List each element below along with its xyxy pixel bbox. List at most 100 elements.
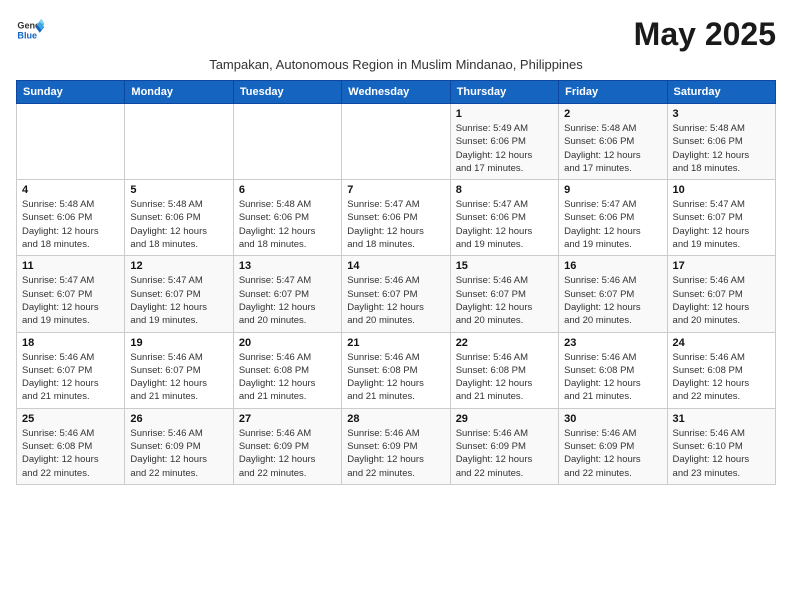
calendar-cell: 24 Sunrise: 5:46 AMSunset: 6:08 PMDayligh… <box>667 332 775 408</box>
calendar-cell: 9 Sunrise: 5:47 AMSunset: 6:06 PMDaylight… <box>559 180 667 256</box>
day-number: 2 <box>564 108 661 120</box>
calendar-cell: 26Sunrise: 5:46 AMSunset: 6:09 PMDayligh… <box>125 408 233 484</box>
day-number: 26 <box>130 413 227 425</box>
day-number: 17 <box>673 260 770 272</box>
cell-info: Sunrise: 5:48 AMSunset: 6:06 PMDaylight:… <box>564 122 661 175</box>
day-number: 30 <box>564 413 661 425</box>
cell-info: Sunrise: 5:46 AMSunset: 6:10 PMDaylight:… <box>673 427 770 480</box>
cell-info: Sunrise: 5:48 AMSunset: 6:06 PMDaylight:… <box>239 198 336 251</box>
day-number: 6 <box>239 184 336 196</box>
cell-info: Sunrise: 5:46 AMSunset: 6:07 PMDaylight:… <box>564 274 661 327</box>
calendar-subtitle: Tampakan, Autonomous Region in Muslim Mi… <box>16 57 776 72</box>
cell-info: Sunrise: 5:46 AMSunset: 6:07 PMDaylight:… <box>347 274 444 327</box>
day-number: 7 <box>347 184 444 196</box>
cell-info: Sunrise: 5:46 AMSunset: 6:08 PMDaylight:… <box>22 427 119 480</box>
calendar-cell: 31 Sunrise: 5:46 AMSunset: 6:10 PMDayligh… <box>667 408 775 484</box>
day-number: 9 <box>564 184 661 196</box>
day-number: 23 <box>564 337 661 349</box>
day-header-thursday: Thursday <box>450 81 558 104</box>
calendar-cell: 19 Sunrise: 5:46 AMSunset: 6:07 PMDayligh… <box>125 332 233 408</box>
day-number: 22 <box>456 337 553 349</box>
logo-icon: General Blue <box>16 16 44 44</box>
calendar-cell: 29 Sunrise: 5:46 AMSunset: 6:09 PMDayligh… <box>450 408 558 484</box>
cell-info: Sunrise: 5:46 AMSunset: 6:08 PMDaylight:… <box>673 351 770 404</box>
day-number: 28 <box>347 413 444 425</box>
calendar-cell: 14 Sunrise: 5:46 AMSunset: 6:07 PMDayligh… <box>342 256 450 332</box>
cell-info: Sunrise: 5:47 AMSunset: 6:06 PMDaylight:… <box>456 198 553 251</box>
day-header-saturday: Saturday <box>667 81 775 104</box>
cell-info: Sunrise: 5:46 AMSunset: 6:07 PMDaylight:… <box>130 351 227 404</box>
calendar-cell: 20Sunrise: 5:46 AMSunset: 6:08 PMDayligh… <box>233 332 341 408</box>
cell-info: Sunrise: 5:46 AMSunset: 6:07 PMDaylight:… <box>456 274 553 327</box>
cell-info: Sunrise: 5:46 AMSunset: 6:09 PMDaylight:… <box>564 427 661 480</box>
month-title: May 2025 <box>634 16 776 53</box>
calendar-cell: 8 Sunrise: 5:47 AMSunset: 6:06 PMDaylight… <box>450 180 558 256</box>
calendar-cell: 11 Sunrise: 5:47 AMSunset: 6:07 PMDayligh… <box>17 256 125 332</box>
day-number: 19 <box>130 337 227 349</box>
day-header-sunday: Sunday <box>17 81 125 104</box>
day-number: 14 <box>347 260 444 272</box>
cell-info: Sunrise: 5:47 AMSunset: 6:06 PMDaylight:… <box>564 198 661 251</box>
calendar-table: SundayMondayTuesdayWednesdayThursdayFrid… <box>16 80 776 485</box>
day-number: 11 <box>22 260 119 272</box>
day-number: 3 <box>673 108 770 120</box>
calendar-cell: 17 Sunrise: 5:46 AMSunset: 6:07 PMDayligh… <box>667 256 775 332</box>
cell-info: Sunrise: 5:46 AMSunset: 6:07 PMDaylight:… <box>22 351 119 404</box>
cell-info: Sunrise: 5:47 AMSunset: 6:07 PMDaylight:… <box>239 274 336 327</box>
cell-info: Sunrise: 5:47 AMSunset: 6:07 PMDaylight:… <box>22 274 119 327</box>
cell-info: Sunrise: 5:46 AMSunset: 6:09 PMDaylight:… <box>239 427 336 480</box>
calendar-cell: 3Sunrise: 5:48 AMSunset: 6:06 PMDaylight… <box>667 104 775 180</box>
cell-info: Sunrise: 5:47 AMSunset: 6:06 PMDaylight:… <box>347 198 444 251</box>
cell-info: Sunrise: 5:46 AMSunset: 6:07 PMDaylight:… <box>673 274 770 327</box>
day-number: 21 <box>347 337 444 349</box>
cell-info: Sunrise: 5:47 AMSunset: 6:07 PMDaylight:… <box>673 198 770 251</box>
day-number: 10 <box>673 184 770 196</box>
cell-info: Sunrise: 5:46 AMSunset: 6:09 PMDaylight:… <box>456 427 553 480</box>
calendar-cell: 2 Sunrise: 5:48 AMSunset: 6:06 PMDaylight… <box>559 104 667 180</box>
day-header-friday: Friday <box>559 81 667 104</box>
calendar-cell: 4 Sunrise: 5:48 AMSunset: 6:06 PMDaylight… <box>17 180 125 256</box>
calendar-cell: 13 Sunrise: 5:47 AMSunset: 6:07 PMDayligh… <box>233 256 341 332</box>
calendar-cell: 10 Sunrise: 5:47 AMSunset: 6:07 PMDayligh… <box>667 180 775 256</box>
calendar-cell: 27 Sunrise: 5:46 AMSunset: 6:09 PMDayligh… <box>233 408 341 484</box>
calendar-cell: 18Sunrise: 5:46 AMSunset: 6:07 PMDayligh… <box>17 332 125 408</box>
day-number: 15 <box>456 260 553 272</box>
cell-info: Sunrise: 5:46 AMSunset: 6:08 PMDaylight:… <box>456 351 553 404</box>
cell-info: Sunrise: 5:46 AMSunset: 6:08 PMDaylight:… <box>347 351 444 404</box>
cell-info: Sunrise: 5:48 AMSunset: 6:06 PMDaylight:… <box>130 198 227 251</box>
calendar-cell: 1Sunrise: 5:49 AMSunset: 6:06 PMDaylight… <box>450 104 558 180</box>
calendar-cell: 12 Sunrise: 5:47 AMSunset: 6:07 PMDayligh… <box>125 256 233 332</box>
calendar-cell: 5 Sunrise: 5:48 AMSunset: 6:06 PMDaylight… <box>125 180 233 256</box>
calendar-cell: 25 Sunrise: 5:46 AMSunset: 6:08 PMDayligh… <box>17 408 125 484</box>
cell-info: Sunrise: 5:46 AMSunset: 6:08 PMDaylight:… <box>564 351 661 404</box>
day-number: 29 <box>456 413 553 425</box>
day-number: 31 <box>673 413 770 425</box>
calendar-cell: 21 Sunrise: 5:46 AMSunset: 6:08 PMDayligh… <box>342 332 450 408</box>
day-number: 5 <box>130 184 227 196</box>
day-header-monday: Monday <box>125 81 233 104</box>
calendar-cell: 6 Sunrise: 5:48 AMSunset: 6:06 PMDaylight… <box>233 180 341 256</box>
day-number: 4 <box>22 184 119 196</box>
cell-info: Sunrise: 5:46 AMSunset: 6:08 PMDaylight:… <box>239 351 336 404</box>
day-number: 16 <box>564 260 661 272</box>
calendar-cell <box>125 104 233 180</box>
calendar-cell: 15 Sunrise: 5:46 AMSunset: 6:07 PMDayligh… <box>450 256 558 332</box>
day-number: 25 <box>22 413 119 425</box>
cell-info: Sunrise: 5:48 AMSunset: 6:06 PMDaylight:… <box>22 198 119 251</box>
day-header-tuesday: Tuesday <box>233 81 341 104</box>
calendar-cell <box>17 104 125 180</box>
cell-info: Sunrise: 5:46 AMSunset: 6:09 PMDaylight:… <box>347 427 444 480</box>
day-number: 13 <box>239 260 336 272</box>
calendar-cell <box>233 104 341 180</box>
day-number: 12 <box>130 260 227 272</box>
day-number: 8 <box>456 184 553 196</box>
calendar-cell: 7 Sunrise: 5:47 AMSunset: 6:06 PMDaylight… <box>342 180 450 256</box>
calendar-cell: 30 Sunrise: 5:46 AMSunset: 6:09 PMDayligh… <box>559 408 667 484</box>
day-number: 27 <box>239 413 336 425</box>
cell-info: Sunrise: 5:47 AMSunset: 6:07 PMDaylight:… <box>130 274 227 327</box>
day-number: 24 <box>673 337 770 349</box>
calendar-cell: 16 Sunrise: 5:46 AMSunset: 6:07 PMDayligh… <box>559 256 667 332</box>
day-header-wednesday: Wednesday <box>342 81 450 104</box>
calendar-cell: 23 Sunrise: 5:46 AMSunset: 6:08 PMDayligh… <box>559 332 667 408</box>
svg-text:Blue: Blue <box>17 30 37 40</box>
